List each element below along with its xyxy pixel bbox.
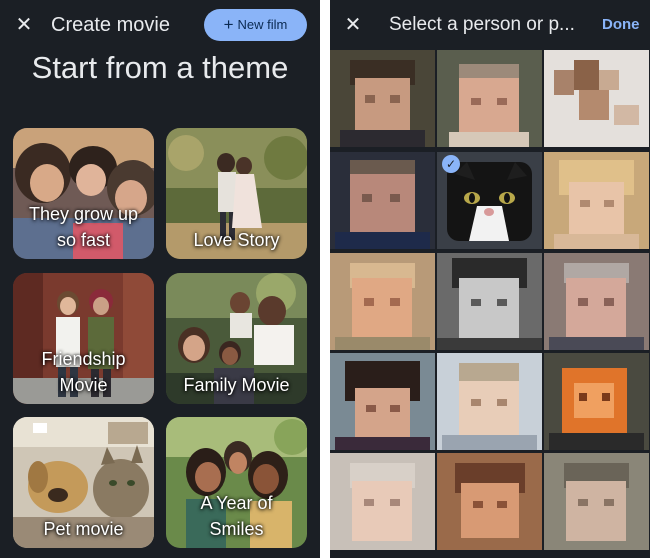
person-tile[interactable]: [437, 50, 542, 147]
person-thumbnail: [437, 50, 542, 147]
theme-label-line1: Pet movie: [43, 519, 124, 539]
create-movie-header: ✕ Create movie + New film: [0, 0, 320, 50]
theme-label: Love Story: [170, 227, 303, 253]
theme-label: They grow up so fast: [17, 201, 150, 253]
person-thumbnail: [437, 453, 542, 550]
theme-label-line2: so fast: [56, 230, 111, 250]
select-person-header: ✕ Select a person or p... Done: [330, 0, 650, 50]
person-tile-selected[interactable]: ✓: [437, 152, 542, 249]
close-icon[interactable]: ✕: [342, 14, 364, 36]
person-thumbnail: [330, 353, 435, 450]
theme-label-line2: Movie: [59, 375, 108, 395]
person-tile[interactable]: [437, 253, 542, 350]
theme-label-line2: Smiles: [209, 519, 264, 539]
cat-thumbnail: [447, 162, 532, 241]
theme-label-line1: A Year of: [200, 493, 273, 513]
theme-card-year-of-smiles[interactable]: A Year of Smiles: [166, 417, 307, 548]
person-tile[interactable]: [330, 453, 435, 550]
person-tile[interactable]: [544, 152, 649, 249]
theme-label: Friendship Movie: [17, 346, 150, 398]
person-tile[interactable]: [330, 50, 435, 147]
theme-card-love-story[interactable]: Love Story: [166, 128, 307, 259]
theme-label-line1: Love Story: [193, 230, 280, 250]
cat-image: [447, 162, 532, 241]
theme-card-they-grow-up[interactable]: They grow up so fast: [13, 128, 154, 259]
person-thumbnail: [544, 453, 649, 550]
person-tile[interactable]: [437, 453, 542, 550]
person-tile[interactable]: [330, 152, 435, 249]
theme-label: A Year of Smiles: [170, 490, 303, 542]
page-title: Create movie: [51, 14, 170, 36]
plus-icon: +: [223, 15, 234, 34]
person-thumbnail: [330, 152, 435, 249]
new-film-label: New film: [237, 17, 288, 32]
person-thumbnail: [330, 50, 435, 147]
person-tile[interactable]: [330, 253, 435, 350]
theme-card-friendship[interactable]: Friendship Movie: [13, 273, 154, 404]
done-button[interactable]: Done: [602, 14, 640, 36]
person-tile[interactable]: [544, 253, 649, 350]
close-icon[interactable]: ✕: [13, 14, 35, 36]
person-tile[interactable]: [330, 353, 435, 450]
theme-label-line1: They grow up: [28, 204, 139, 224]
person-thumbnail: [544, 152, 649, 249]
panel-divider: [320, 0, 330, 558]
theme-heading: Start from a theme: [31, 50, 289, 85]
person-thumbnail: [330, 453, 435, 550]
person-thumbnail: [544, 253, 649, 350]
select-person-panel: ✕ Select a person or p... Done ✓: [330, 0, 650, 558]
theme-card-family[interactable]: Family Movie: [166, 273, 307, 404]
check-icon: ✓: [442, 155, 460, 173]
person-thumbnail: [437, 253, 542, 350]
page-title: Select a person or p...: [389, 14, 575, 35]
theme-card-pet[interactable]: Pet movie: [13, 417, 154, 548]
new-film-button[interactable]: + New film: [204, 9, 307, 41]
create-movie-panel: ✕ Create movie + New film Start from a th…: [0, 0, 320, 558]
person-tile[interactable]: [544, 353, 649, 450]
person-tile[interactable]: [544, 453, 649, 550]
person-thumbnail: [544, 353, 649, 450]
person-thumbnail: [437, 353, 542, 450]
person-tile[interactable]: [544, 50, 649, 147]
theme-label: Pet movie: [17, 516, 150, 542]
person-thumbnail: [330, 253, 435, 350]
person-tile[interactable]: [437, 353, 542, 450]
person-thumbnail: [544, 50, 649, 147]
theme-label-line1: Family Movie: [183, 375, 290, 395]
theme-label-line1: Friendship: [41, 349, 126, 369]
theme-label: Family Movie: [170, 372, 303, 398]
